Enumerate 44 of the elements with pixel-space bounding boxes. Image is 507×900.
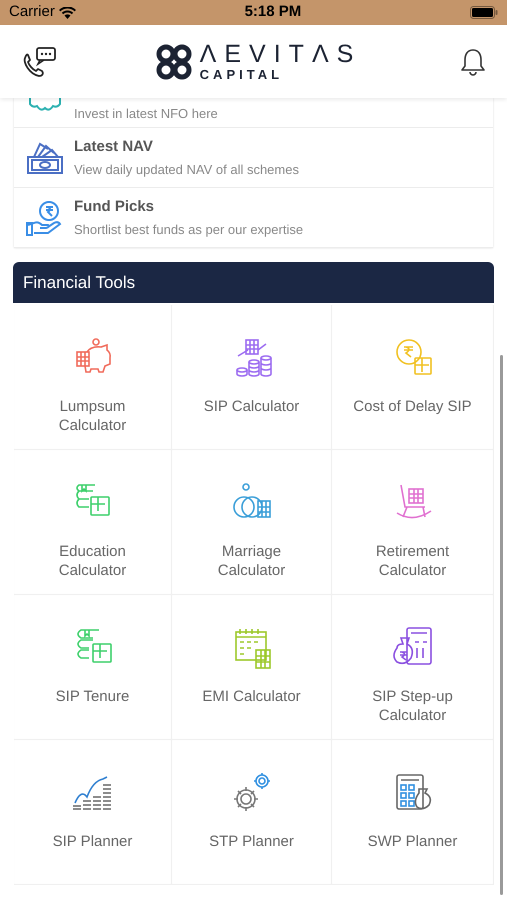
tool-tile[interactable]: EMI Calculator [172, 595, 332, 740]
wifi-icon [58, 6, 76, 18]
tool-label: EMI Calculator [202, 687, 301, 706]
tool-tile[interactable]: Education Calculator [14, 450, 172, 595]
tool-label: Marriage Calculator [216, 542, 286, 580]
phone-chat-icon[interactable] [21, 46, 57, 78]
hand-coin-icon [26, 198, 64, 236]
tool-tile[interactable]: SIP Step-up Calculator [332, 595, 494, 740]
tool-tile[interactable]: Cost of Delay SIP [332, 305, 494, 450]
tool-tile[interactable]: Marriage Calculator [172, 450, 332, 595]
menu-item[interactable]: Invest in latest NFO here [14, 98, 493, 128]
tool-label: SIP Step-up Calculator [371, 687, 454, 725]
menu-item[interactable]: Fund Picks Shortlist best funds as per our expertise [14, 188, 493, 248]
carrier-text: Carrier [9, 2, 55, 22]
menu-item-subtitle: View daily updated NAV of all schemes [74, 161, 299, 179]
tool-label: STP Planner [209, 832, 294, 851]
tool-label: SWP Planner [368, 832, 458, 851]
menu-item-title: Latest NAV [74, 136, 154, 156]
tool-tile[interactable]: STP Planner [172, 740, 332, 885]
logo-title: ΛEVITΛS [200, 42, 362, 67]
menu-item-subtitle: Invest in latest NFO here [74, 104, 218, 122]
bell-icon[interactable] [460, 48, 486, 76]
menu-item-subtitle: Shortlist best funds as per our expertise [74, 221, 304, 239]
tool-label: SIP Tenure [56, 687, 130, 706]
logo-subtitle: CAPITAL [200, 68, 284, 81]
tool-label: Cost of Delay SIP [353, 397, 472, 416]
tool-label: SIP Planner [52, 832, 132, 851]
section-title: Financial Tools [23, 272, 136, 294]
tool-tile[interactable]: SWP Planner [332, 740, 494, 885]
menu-item[interactable]: Latest NAV View daily updated NAV of all schemes [14, 128, 493, 188]
tool-tile[interactable]: SIP Planner [14, 740, 172, 885]
tool-tile[interactable]: Lumpsum Calculator [14, 305, 172, 450]
tool-tile[interactable]: SIP Calculator [172, 305, 332, 450]
tool-label: SIP Calculator [204, 397, 300, 416]
logo-icon [156, 44, 192, 80]
clock-text: 5:18 PM [244, 2, 302, 22]
battery-icon [470, 6, 498, 19]
menu-item-title: Fund Picks [74, 196, 156, 216]
tool-tile[interactable]: SIP Tenure [14, 595, 172, 740]
banknote-icon [26, 140, 64, 174]
tool-label: Retirement Calculator [374, 542, 450, 580]
tool-tile[interactable]: Retirement Calculator [332, 450, 494, 595]
tool-label: Lumpsum Calculator [58, 397, 128, 435]
tool-label: Education Calculator [58, 542, 128, 580]
